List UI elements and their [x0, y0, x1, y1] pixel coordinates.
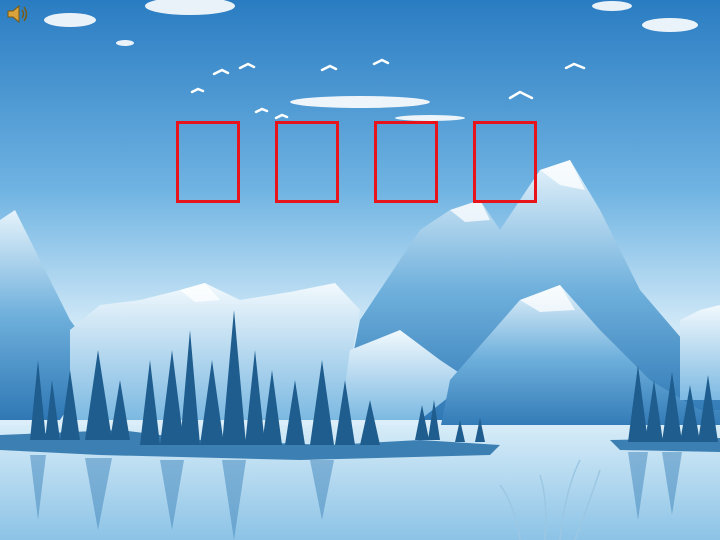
title-char-2 [275, 121, 339, 203]
title-char-3 [374, 121, 438, 203]
landscape-background [0, 0, 720, 540]
speaker-icon[interactable] [6, 4, 30, 24]
slide-title [176, 121, 566, 209]
slide [0, 0, 720, 540]
title-char-1 [176, 121, 240, 203]
title-char-4 [473, 121, 537, 203]
